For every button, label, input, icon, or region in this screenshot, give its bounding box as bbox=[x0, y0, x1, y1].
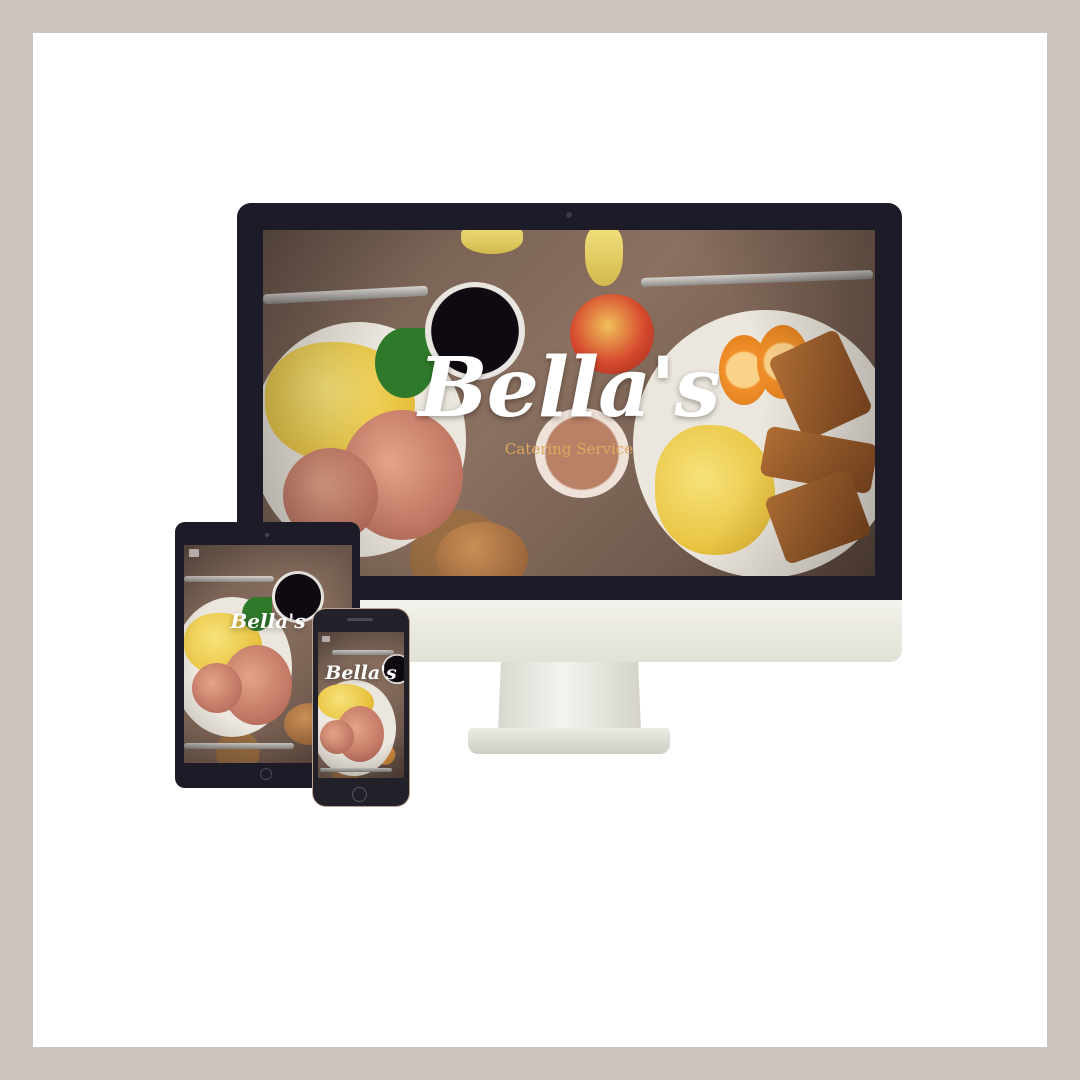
tablet-home-button[interactable] bbox=[260, 768, 272, 780]
site-tagline: Catering Service bbox=[504, 440, 634, 458]
desktop-monitor-base bbox=[468, 728, 670, 754]
phone-speaker-icon bbox=[347, 618, 373, 621]
hamburger-menu-icon[interactable] bbox=[322, 636, 330, 642]
phone-logo-text: Bella's bbox=[325, 662, 397, 684]
phone-screen: Bella's bbox=[318, 632, 404, 778]
phone-food-image bbox=[318, 632, 404, 778]
hamburger-menu-icon[interactable] bbox=[189, 549, 199, 557]
phone-home-button[interactable] bbox=[352, 787, 367, 802]
webcam-icon bbox=[566, 212, 572, 218]
site-logo-text: Bella's bbox=[418, 340, 720, 436]
desktop-monitor-stand bbox=[498, 662, 641, 730]
tablet-camera-icon bbox=[265, 533, 269, 537]
apple-logo-icon bbox=[556, 615, 584, 647]
